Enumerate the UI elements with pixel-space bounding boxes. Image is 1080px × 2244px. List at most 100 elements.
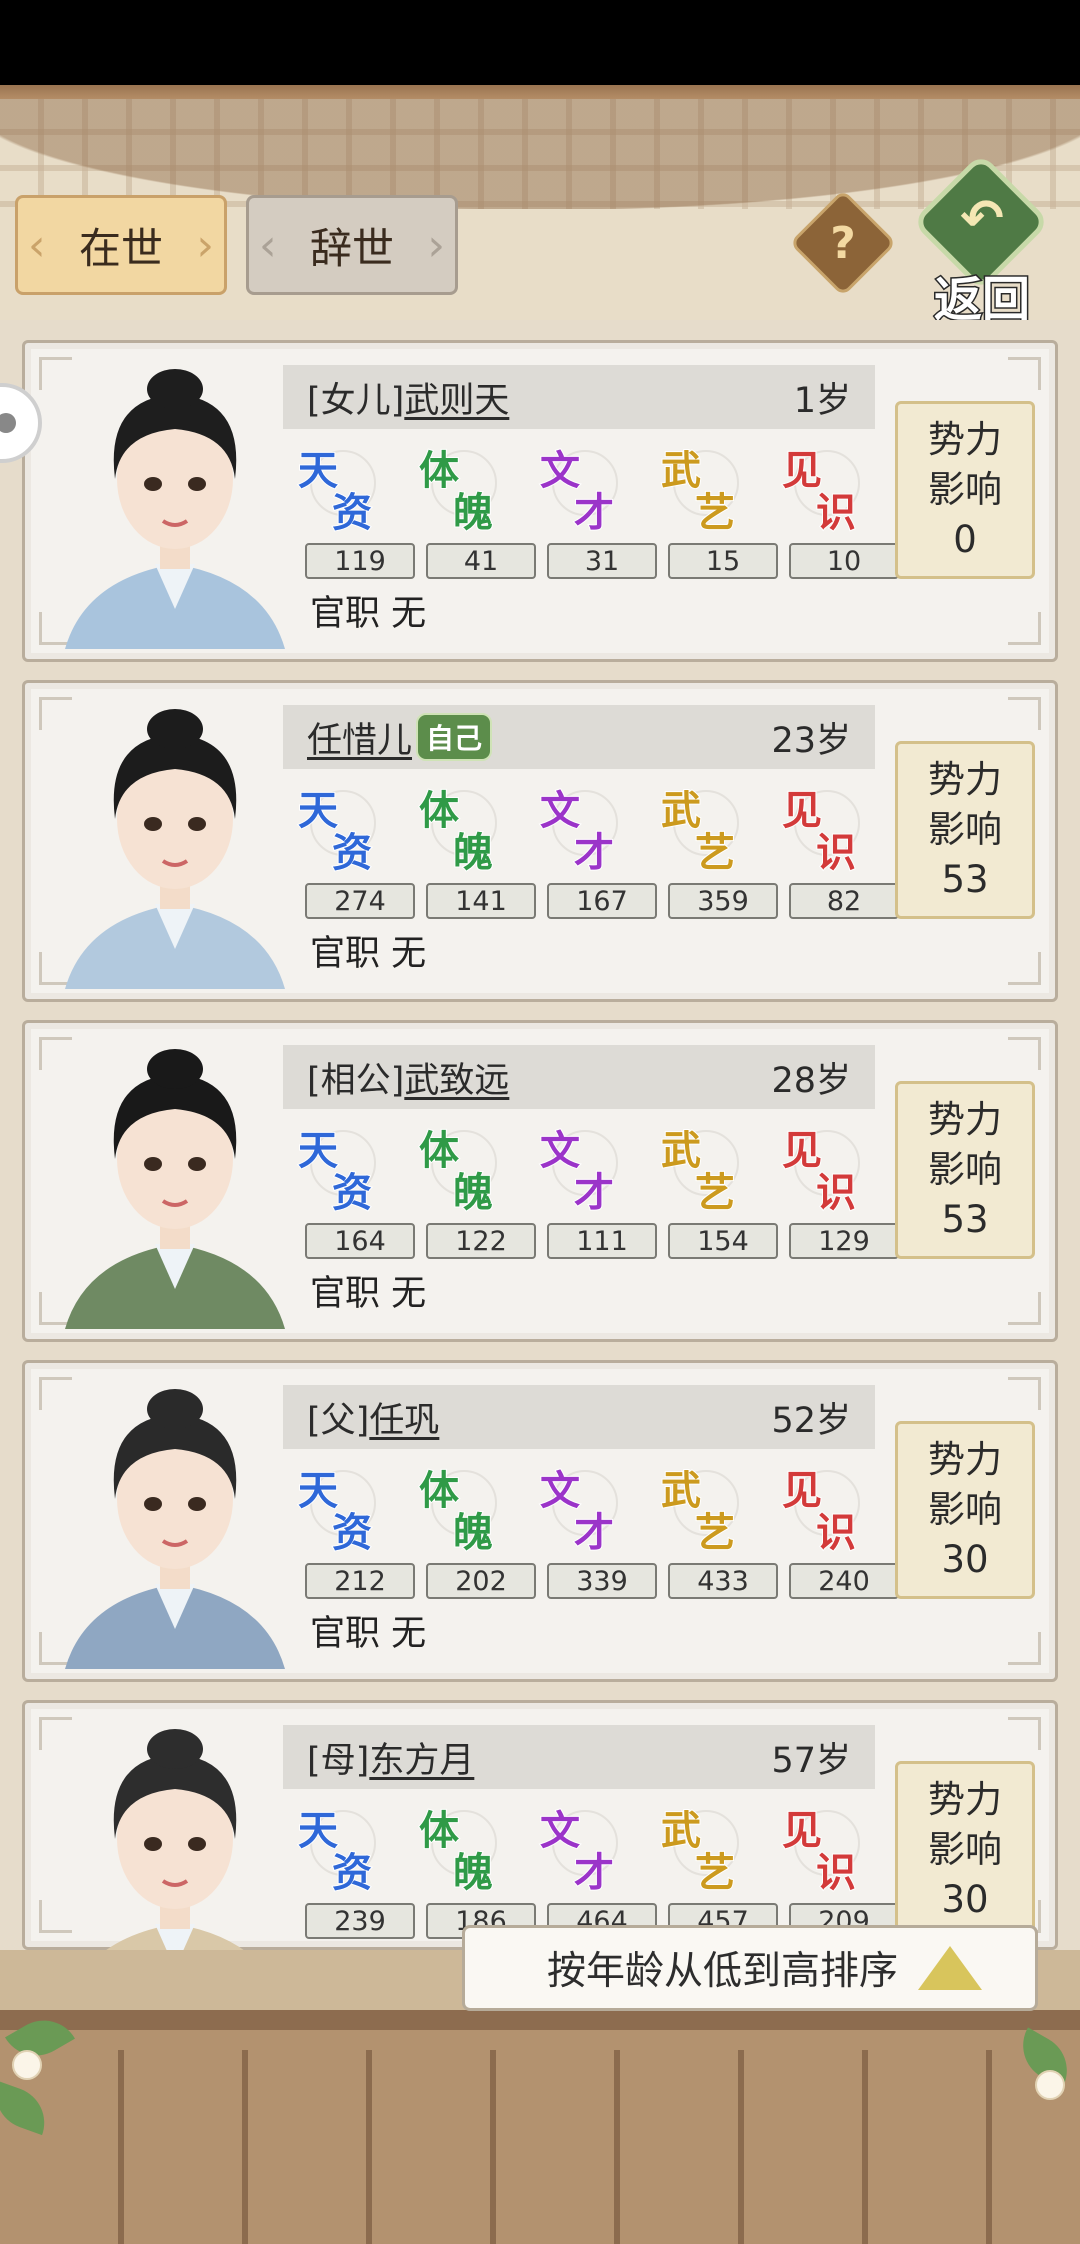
influence-title-1: 势力 bbox=[928, 418, 1002, 461]
floor-planks bbox=[0, 2050, 1080, 2244]
influence-value: 53 bbox=[941, 858, 989, 901]
stat-glyph: 资 bbox=[331, 1848, 373, 1897]
stat-label: 文才 bbox=[522, 438, 634, 538]
age-label: 1岁 bbox=[793, 380, 851, 421]
stat-glyph: 才 bbox=[573, 1508, 615, 1557]
family-member-card[interactable]: [父] 任巩 52岁天资体魄文才武艺见识 212 202 339 433 240 官职 无 势力影… bbox=[22, 1360, 1058, 1682]
member-name-link[interactable]: 东方月 bbox=[369, 1732, 474, 1783]
chevron-left-icon: ‹ bbox=[259, 220, 277, 271]
office-label: 官职 bbox=[310, 1614, 381, 1654]
stat-labels: 天资体魄文才武艺见识 bbox=[280, 438, 880, 538]
stat-glyph: 才 bbox=[573, 1848, 615, 1897]
chevron-left-icon: ‹ bbox=[28, 220, 46, 271]
family-member-card[interactable]: 任惜儿 自己 23岁天资体魄文才武艺见识 274 141 167 359 82 官职 无 势力 影响… bbox=[22, 680, 1058, 1002]
self-badge: 自己 bbox=[416, 713, 493, 761]
flower-decoration bbox=[1035, 2070, 1065, 2100]
stat-glyph: 魄 bbox=[452, 1848, 494, 1897]
chevron-right-icon: › bbox=[427, 220, 445, 271]
stat-label: 体魄 bbox=[401, 1798, 513, 1898]
stat-label: 体魄 bbox=[401, 778, 513, 878]
stat-value: 239 bbox=[305, 1903, 415, 1939]
portrait[interactable] bbox=[45, 1029, 305, 1329]
portrait[interactable] bbox=[45, 1369, 305, 1669]
stat-glyph: 艺 bbox=[694, 1848, 736, 1897]
stat-glyph: 资 bbox=[331, 828, 373, 877]
stat-glyph: 识 bbox=[815, 488, 857, 537]
relation-label: [女儿] bbox=[307, 380, 405, 421]
flower-decoration bbox=[12, 2050, 42, 2080]
family-member-card[interactable]: [相公] 武致远 28岁天资体魄文才武艺见识 164 122 111 154 129 官职 无 势… bbox=[22, 1020, 1058, 1342]
member-name-link[interactable]: 武则天 bbox=[404, 372, 509, 423]
stat-glyph: 识 bbox=[815, 1508, 857, 1557]
card-corner bbox=[1008, 612, 1041, 645]
age-label: 23岁 bbox=[771, 720, 851, 761]
portrait[interactable] bbox=[45, 689, 305, 989]
stat-value: 339 bbox=[547, 1563, 657, 1599]
stat-value: 10 bbox=[789, 543, 899, 579]
stat-glyph: 才 bbox=[573, 828, 615, 877]
office-row: 官职 无 bbox=[310, 1605, 426, 1656]
influence-title-1: 势力 bbox=[928, 1438, 1002, 1481]
back-button[interactable]: ↶ 返回 bbox=[911, 152, 1052, 330]
influence-title-1: 势力 bbox=[928, 1098, 1002, 1141]
influence-box: 势力影响 0 bbox=[895, 401, 1035, 579]
office-row: 官职 无 bbox=[310, 925, 426, 976]
stat-value: 122 bbox=[426, 1223, 536, 1259]
family-member-card[interactable]: [女儿] 武则天 1岁天资体魄文才武艺见识 119 41 31 15 10 官职 无 势力 影响 0 bbox=[22, 340, 1058, 662]
stat-value: 111 bbox=[547, 1223, 657, 1259]
office-value: 无 bbox=[391, 934, 427, 974]
influence-value: 30 bbox=[941, 1538, 989, 1581]
card-corner bbox=[1008, 697, 1041, 730]
stat-value: 141 bbox=[426, 883, 536, 919]
chevron-right-icon: › bbox=[196, 220, 214, 271]
influence-title-1: 势力 bbox=[928, 758, 1002, 801]
stat-glyph: 艺 bbox=[694, 1168, 736, 1217]
influence-title-2: 影响 bbox=[928, 1828, 1002, 1871]
member-name-link[interactable]: 任惜儿 bbox=[307, 712, 412, 763]
stat-label: 天资 bbox=[280, 438, 392, 538]
stat-glyph: 魄 bbox=[452, 1168, 494, 1217]
office-value: 无 bbox=[391, 1274, 427, 1314]
question-icon: ? bbox=[830, 217, 856, 269]
name-bar: [母] 东方月 57岁 bbox=[283, 1725, 875, 1789]
influence-title-2: 影响 bbox=[928, 1488, 1002, 1531]
stat-value: 129 bbox=[789, 1223, 899, 1259]
card-corner bbox=[1008, 1377, 1041, 1410]
name-bar: [相公] 武致远 28岁 bbox=[283, 1045, 875, 1109]
family-member-card[interactable]: [母] 东方月 57岁天资体魄文才武艺见识 239 186 464 457 209 势力 影响 30 bbox=[22, 1700, 1058, 2009]
sort-by-age-button[interactable]: 按年龄从低到高排序 bbox=[462, 1925, 1038, 2011]
member-name-link[interactable]: 任巩 bbox=[369, 1392, 439, 1443]
stat-label: 武艺 bbox=[643, 778, 755, 878]
stat-label: 文才 bbox=[522, 1798, 634, 1898]
portrait[interactable] bbox=[45, 349, 305, 649]
tab-alive[interactable]: ‹ 在世 › bbox=[15, 195, 227, 295]
stat-glyph: 资 bbox=[331, 488, 373, 537]
tab-alive-label: 在世 bbox=[78, 223, 163, 273]
stat-glyph: 艺 bbox=[694, 488, 736, 537]
stat-glyph: 识 bbox=[815, 1168, 857, 1217]
card-corner bbox=[1008, 1292, 1041, 1325]
member-name-link[interactable]: 武致远 bbox=[404, 1052, 509, 1103]
tab-dead[interactable]: ‹ 辞世 › bbox=[246, 195, 458, 295]
stat-label: 见识 bbox=[764, 1118, 876, 1218]
stat-glyph: 资 bbox=[331, 1168, 373, 1217]
stat-label: 天资 bbox=[280, 778, 392, 878]
stat-labels: 天资体魄文才武艺见识 bbox=[280, 1118, 880, 1218]
influence-value: 30 bbox=[941, 1878, 989, 1921]
stat-label: 文才 bbox=[522, 1118, 634, 1218]
name-bar: [父] 任巩 52岁 bbox=[283, 1385, 875, 1449]
stat-value: 82 bbox=[789, 883, 899, 919]
influence-title-2: 影响 bbox=[928, 468, 1002, 511]
age-label: 28岁 bbox=[771, 1060, 851, 1101]
stat-glyph: 才 bbox=[573, 488, 615, 537]
office-row: 官职 无 bbox=[310, 1265, 426, 1316]
stat-value: 41 bbox=[426, 543, 536, 579]
stat-label: 见识 bbox=[764, 438, 876, 538]
influence-title-2: 影响 bbox=[928, 808, 1002, 851]
card-corner bbox=[1008, 1632, 1041, 1665]
influence-value: 0 bbox=[953, 518, 977, 561]
office-row: 官职 无 bbox=[310, 585, 426, 636]
influence-box: 势力影响 53 bbox=[895, 741, 1035, 919]
stat-label: 体魄 bbox=[401, 438, 513, 538]
age-label: 57岁 bbox=[771, 1740, 851, 1781]
